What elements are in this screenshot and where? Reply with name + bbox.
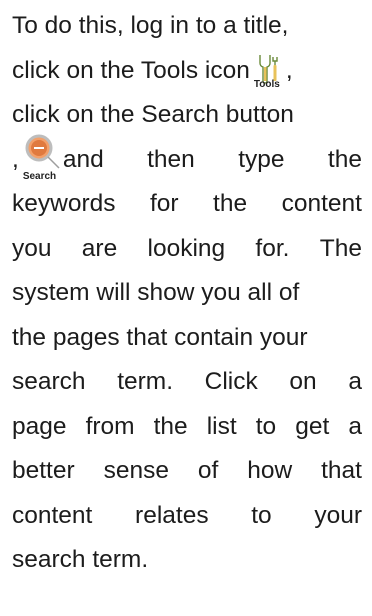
- text-line: keywords for the content: [12, 182, 362, 227]
- search-icon-caption: Search: [22, 170, 57, 182]
- text-run: sense: [103, 457, 169, 484]
- text-run: looking: [147, 234, 226, 262]
- text-run: ,: [285, 56, 293, 84]
- text-run: get: [295, 412, 330, 440]
- text-run: click on the Tools icon: [12, 56, 250, 84]
- text-line: click on the Search button: [12, 93, 362, 138]
- tools-icon-caption: Tools: [253, 78, 280, 90]
- text-run: that: [321, 457, 362, 484]
- text-line: , Search and then type the: [12, 134, 362, 183]
- text-run: the: [153, 412, 188, 440]
- text-line: page from the list to get a: [12, 405, 362, 450]
- text-run: ,: [12, 145, 19, 173]
- text-line: click on the Tools icon Tools ,: [12, 49, 362, 94]
- text-run: search term.: [12, 546, 149, 573]
- text-line: better sense of how that: [12, 449, 362, 494]
- text-line: search term.: [12, 538, 362, 583]
- text-run: on: [289, 368, 317, 395]
- search-icon: Search: [23, 134, 60, 181]
- text-run: a: [348, 412, 362, 440]
- text-run: term.: [117, 368, 174, 395]
- text-run: page: [12, 412, 67, 440]
- text-run: from: [85, 412, 135, 440]
- text-line: you are looking for. The: [12, 227, 362, 272]
- text-run: to: [251, 501, 272, 529]
- text-line: the pages that contain your: [12, 316, 362, 361]
- text-run: to: [255, 412, 277, 440]
- text-run: the: [327, 145, 362, 173]
- text-run: Click: [204, 368, 258, 395]
- text-run: you: [12, 234, 52, 262]
- text-run: relates: [135, 501, 209, 529]
- text-run: for: [149, 190, 179, 217]
- text-run: content: [12, 501, 93, 529]
- text-run: system will show you all of: [12, 279, 300, 306]
- text-run: The: [319, 234, 362, 262]
- text-run: for.: [255, 234, 290, 262]
- text-run: are: [81, 234, 118, 262]
- text-run-group: and then type the: [63, 138, 362, 183]
- text-run: type: [238, 145, 285, 173]
- text-run: of: [197, 457, 219, 484]
- text-line: system will show you all of: [12, 271, 362, 316]
- text-run: the: [213, 190, 248, 217]
- text-run: your: [314, 501, 362, 529]
- text-run: the pages that contain your: [12, 323, 308, 351]
- text-run: content: [281, 190, 362, 217]
- text-run: list: [206, 412, 237, 440]
- tools-icon: Tools: [254, 49, 282, 89]
- text-run: keywords: [12, 190, 116, 217]
- text-run: and: [62, 145, 104, 173]
- text-run: a: [348, 368, 362, 395]
- text-line: search term. Click on a: [12, 360, 362, 405]
- help-paragraph: To do this, log in to a title, click on …: [12, 4, 362, 583]
- text-line: To do this, log in to a title,: [12, 4, 362, 49]
- text-line: content relates to your: [12, 494, 362, 539]
- text-run: better: [12, 457, 75, 484]
- text-run: how: [247, 457, 293, 484]
- text-run: To do this, log in to a title,: [12, 12, 289, 39]
- text-run: then: [147, 145, 195, 173]
- text-run: search: [12, 368, 86, 395]
